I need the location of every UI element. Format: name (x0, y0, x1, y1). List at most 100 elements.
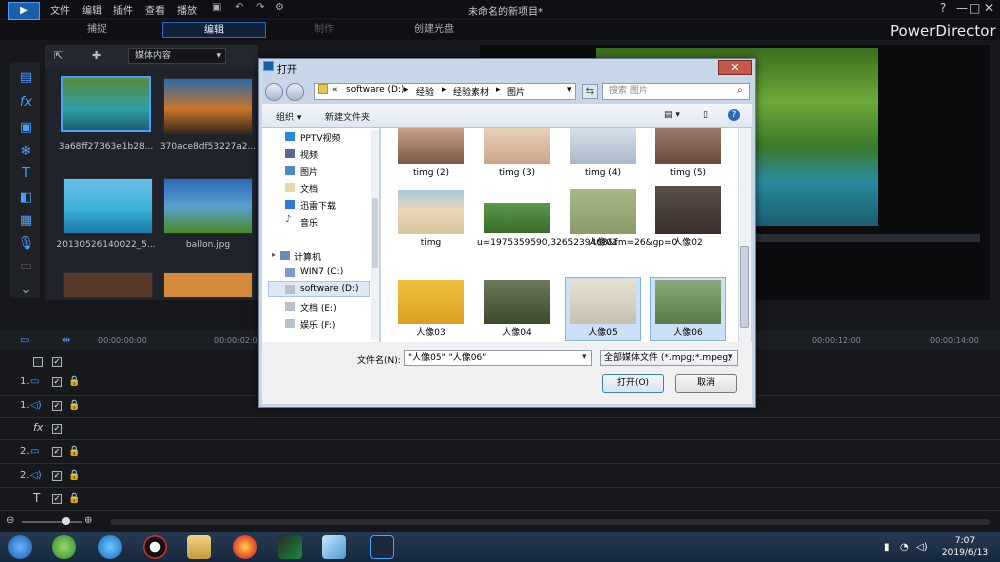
lock-icon[interactable]: 🔒 (68, 400, 80, 411)
nav-item-music[interactable]: 音乐 (300, 216, 318, 229)
organize-button[interactable]: 组织 ▾ (276, 110, 301, 123)
nav-item-documents[interactable]: 文档 (300, 182, 318, 195)
file-name[interactable]: 人像06 (648, 328, 728, 339)
battery-icon[interactable]: ▮ (884, 542, 890, 553)
chevron-right-icon[interactable]: ▸ (404, 85, 409, 95)
folder-icon[interactable] (187, 535, 211, 559)
track-checkbox[interactable]: ✓ (52, 447, 62, 457)
nav-item-drive-d[interactable]: software (D:) (300, 284, 359, 294)
file-name[interactable]: 人像03 (391, 328, 471, 339)
open-button[interactable]: 打开(O) (602, 374, 664, 393)
back-button[interactable] (265, 83, 283, 101)
file-thumbnail[interactable] (570, 280, 636, 324)
voiceover-icon[interactable]: 🎙 (17, 236, 35, 252)
nav-item-pictures[interactable]: 图片 (300, 165, 318, 178)
file-name[interactable]: timg (5) (648, 168, 728, 179)
maximize-button[interactable]: □ (969, 1, 980, 15)
lock-icon[interactable]: 🔒 (68, 446, 80, 457)
file-name[interactable]: 人像04 (477, 328, 557, 339)
file-thumbnail[interactable] (655, 280, 721, 324)
file-thumbnail[interactable] (484, 203, 550, 233)
network-icon[interactable]: ◔ (900, 542, 909, 553)
nav-item-pptv[interactable]: PPTV视频 (300, 131, 341, 144)
redo-icon[interactable]: ↷ (256, 2, 264, 13)
app-icon[interactable] (52, 535, 76, 559)
start-button[interactable] (8, 535, 32, 559)
nav-scrollbar-thumb[interactable] (372, 198, 378, 268)
zoom-slider[interactable] (22, 521, 82, 523)
audio-mixing-icon[interactable]: ▦ (17, 213, 35, 229)
new-folder-button[interactable]: 新建文件夹 (325, 110, 370, 123)
close-button[interactable]: ✕ (984, 1, 994, 15)
preview-pane-icon[interactable]: ▯ (703, 110, 708, 120)
help-icon[interactable]: ? (728, 109, 740, 121)
file-thumbnail[interactable] (570, 128, 636, 164)
powerdirector-taskbar-icon[interactable] (370, 535, 394, 559)
tab-edit[interactable]: 编辑 (162, 22, 266, 38)
tab-capture[interactable]: 捕捉 (55, 22, 139, 38)
search-icon[interactable]: ⌕ (737, 85, 743, 96)
pip-room-icon[interactable]: ▣ (17, 120, 35, 136)
lock-icon[interactable]: 🔒 (68, 470, 80, 481)
nav-item-videos[interactable]: 视频 (300, 148, 318, 161)
timeline-scrollbar[interactable] (110, 519, 990, 525)
media-thumb[interactable] (63, 272, 153, 298)
timeline-track[interactable] (0, 466, 1000, 488)
file-name[interactable]: 人像05 (563, 328, 643, 339)
app-icon[interactable] (98, 535, 122, 559)
zoom-out-icon[interactable]: ⊖ (6, 515, 14, 526)
minimize-button[interactable]: — (956, 1, 968, 15)
plugin-icon[interactable]: ✚ (92, 49, 101, 62)
media-type-dropdown[interactable]: 媒体内容 ▾ (128, 48, 226, 64)
file-thumbnail[interactable] (484, 128, 550, 164)
particle-room-icon[interactable]: ❄ (17, 144, 35, 160)
track-checkbox[interactable]: ✓ (52, 494, 62, 504)
nav-item-drive-c[interactable]: WIN7 (C:) (300, 267, 343, 277)
zoom-in-icon[interactable]: ⊕ (84, 515, 92, 526)
menu-plugins[interactable]: 插件 (113, 2, 133, 17)
tab-create-disc[interactable]: 创建光盘 (392, 22, 476, 38)
menu-play[interactable]: 播放 (177, 2, 197, 17)
media-thumb[interactable] (163, 178, 253, 234)
view-options-icon[interactable]: ▤ ▾ (664, 110, 680, 120)
fx-room-icon[interactable]: fx (17, 95, 35, 111)
file-type-select[interactable]: 全部媒体文件 (*.mpg;*.mpeg; (600, 350, 738, 366)
forward-button[interactable] (286, 83, 304, 101)
file-name[interactable]: 人像02 (648, 238, 728, 249)
timeline-track[interactable] (0, 418, 1000, 440)
settings-icon[interactable]: ⚙ (275, 2, 284, 13)
clock[interactable]: 7:07 2019/6/13 (930, 535, 1000, 559)
file-thumbnail[interactable] (655, 186, 721, 234)
tab-produce[interactable]: 制作 (282, 22, 366, 38)
track-checkbox[interactable] (33, 357, 43, 367)
file-thumbnail[interactable] (484, 280, 550, 324)
track-checkbox[interactable]: ✓ (52, 471, 62, 481)
refresh-icon[interactable]: ⇆ (582, 84, 598, 99)
import-icon[interactable]: ⇱ (54, 49, 63, 62)
preview-scrubber[interactable] (756, 234, 980, 242)
breadcrumb-overflow[interactable]: « (332, 85, 338, 95)
cancel-button[interactable]: 取消 (675, 374, 737, 393)
undo-icon[interactable]: ↶ (235, 2, 243, 13)
app-icon[interactable] (278, 535, 302, 559)
help-button[interactable]: ? (940, 1, 946, 15)
zoom-slider-handle[interactable] (62, 517, 70, 525)
title-room-icon[interactable]: T (17, 166, 35, 182)
lock-icon[interactable]: 🔒 (68, 376, 80, 387)
track-checkbox[interactable]: ✓ (52, 424, 62, 434)
file-name[interactable]: timg (3) (477, 168, 557, 179)
track-checkbox[interactable]: ✓ (52, 377, 62, 387)
app-icon[interactable] (322, 535, 346, 559)
qq-icon[interactable] (143, 535, 167, 559)
nav-item-downloads[interactable]: 迅雷下载 (300, 199, 336, 212)
file-name[interactable]: u=1975359590,3265239468&fm=26&gp=0 (477, 238, 677, 249)
expand-icon[interactable]: ▸ (272, 250, 276, 259)
nav-item-drive-f[interactable]: 娱乐 (F:) (300, 318, 335, 331)
menu-file[interactable]: 文件 (50, 2, 70, 17)
chevron-down-icon[interactable]: ▾ (567, 85, 572, 95)
media-thumb[interactable] (63, 178, 153, 234)
filename-input[interactable]: "人像05" "人像06" (404, 350, 592, 366)
media-thumb[interactable] (163, 78, 253, 134)
chevron-down-icon[interactable]: ▾ (728, 352, 733, 362)
media-room-icon[interactable]: ▤ (17, 70, 35, 86)
